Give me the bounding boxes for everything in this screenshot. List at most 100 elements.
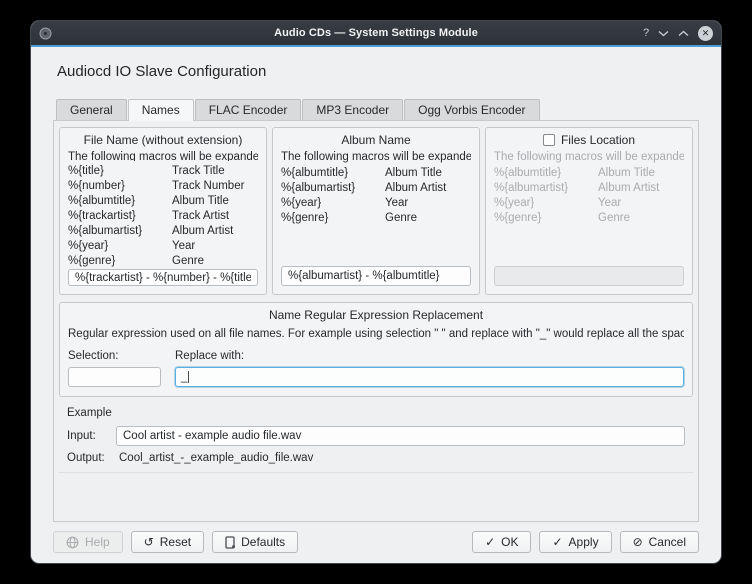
macro-row: %{trackartist} Track Artist [68, 209, 258, 224]
check-icon: ✓ [485, 536, 495, 548]
macro-token: %{genre} [68, 254, 172, 269]
macro-label: Album Title [172, 194, 258, 209]
defaults-icon [225, 536, 235, 549]
macro-label: Track Title [172, 164, 258, 179]
close-button[interactable]: ✕ [698, 26, 713, 41]
names-tab-panel: File Name (without extension) The follow… [53, 120, 699, 522]
macro-row: %{albumtitle} Album Title [68, 194, 258, 209]
macro-row: %{title} Track Title [68, 164, 258, 179]
help-button[interactable]: Help [53, 531, 123, 553]
example-input-label: Input: [67, 430, 116, 442]
macro-token: %{year} [494, 196, 598, 211]
macro-label: Album Title [385, 166, 471, 181]
minimize-button[interactable] [658, 30, 669, 37]
macro-row: %{genre} Genre [281, 211, 471, 226]
selection-label: Selection: [68, 350, 161, 362]
example-input-field[interactable] [116, 426, 685, 446]
macro-row: %{genre} Genre [494, 211, 684, 226]
page-title: Audiocd IO Slave Configuration [57, 63, 699, 80]
titlebar: Audio CDs — System Settings Module ? ✕ [31, 21, 721, 45]
macro-token: %{albumtitle} [68, 194, 172, 209]
macro-label: Album Artist [385, 181, 471, 196]
macro-label: Genre [385, 211, 471, 226]
reset-icon: ↺ [144, 536, 154, 548]
example-label: Example [67, 407, 685, 419]
maximize-button[interactable] [678, 30, 689, 37]
macro-label: Year [598, 196, 684, 211]
macro-token: %{year} [281, 196, 385, 211]
selection-input[interactable] [68, 367, 161, 387]
help-icon [66, 536, 79, 549]
file-name-groupbox: File Name (without extension) The follow… [59, 127, 267, 295]
regex-replacement-groupbox: Name Regular Expression Replacement Regu… [59, 302, 693, 397]
defaults-button[interactable]: Defaults [212, 531, 298, 553]
files-location-pattern-input [494, 266, 684, 286]
apply-button[interactable]: ✓ Apply [539, 531, 611, 553]
macro-label: Year [385, 196, 471, 211]
files-location-checkbox[interactable] [543, 134, 555, 146]
app-icon [39, 27, 52, 40]
album-name-intro: The following macros will be expanded: [281, 151, 471, 163]
cancel-icon: ⊘ [633, 536, 643, 548]
macro-token: %{year} [68, 239, 172, 254]
macro-row: %{year} Year [68, 239, 258, 254]
settings-window: Audio CDs — System Settings Module ? ✕ A… [30, 20, 722, 564]
titlebar-help-button[interactable]: ? [643, 28, 649, 39]
tab-general[interactable]: General [56, 99, 127, 120]
files-location-intro: The following macros will be expanded: [494, 151, 684, 163]
macro-row: %{albumartist} Album Artist [494, 181, 684, 196]
macro-token: %{trackartist} [68, 209, 172, 224]
macro-label: Track Artist [172, 209, 258, 224]
regex-title: Name Regular Expression Replacement [68, 308, 684, 322]
macro-label: Genre [598, 211, 684, 226]
macro-token: %{genre} [281, 211, 385, 226]
macro-token: %{albumartist} [494, 181, 598, 196]
file-name-macro-list: %{title} Track Title %{number} Track Num… [68, 164, 258, 269]
example-section: Example Input: Output: Cool_artist_-_exa… [59, 403, 693, 473]
replace-with-label: Replace with: [175, 350, 684, 362]
reset-button[interactable]: ↺ Reset [131, 531, 204, 553]
macro-token: %{albumtitle} [281, 166, 385, 181]
files-location-title: Files Location [561, 133, 635, 147]
macro-token: %{albumartist} [68, 224, 172, 239]
macro-row: %{albumartist} Album Artist [281, 181, 471, 196]
check-icon: ✓ [552, 536, 562, 548]
example-output-value: Cool_artist_-_example_audio_file.wav [116, 452, 313, 464]
module-content: Audiocd IO Slave Configuration General N… [31, 47, 721, 563]
macro-token: %{number} [68, 179, 172, 194]
macro-label: Album Artist [172, 224, 258, 239]
macro-token: %{genre} [494, 211, 598, 226]
replace-with-input[interactable]: _ [175, 367, 684, 387]
file-name-title: File Name (without extension) [68, 133, 258, 147]
album-name-macro-list: %{albumtitle} Album Title %{albumartist}… [281, 166, 471, 226]
album-name-groupbox: Album Name The following macros will be … [272, 127, 480, 295]
tab-mp3-encoder[interactable]: MP3 Encoder [302, 99, 403, 120]
file-name-intro: The following macros will be expanded: [68, 151, 258, 161]
macro-label: Track Number [172, 179, 258, 194]
macro-label: Year [172, 239, 258, 254]
tab-names[interactable]: Names [128, 99, 194, 121]
file-name-pattern-input[interactable] [68, 269, 258, 286]
cancel-button[interactable]: ⊘ Cancel [620, 531, 699, 553]
tab-flac-encoder[interactable]: FLAC Encoder [195, 99, 302, 120]
macro-row: %{albumtitle} Album Title [281, 166, 471, 181]
window-title: Audio CDs — System Settings Module [109, 27, 643, 39]
macro-label: Genre [172, 254, 258, 269]
album-name-pattern-input[interactable] [281, 266, 471, 286]
replace-with-value: _ [181, 371, 187, 383]
files-location-groupbox: Files Location The following macros will… [485, 127, 693, 295]
macro-row: %{number} Track Number [68, 179, 258, 194]
tab-ogg-vorbis-encoder[interactable]: Ogg Vorbis Encoder [404, 99, 539, 120]
macro-row: %{year} Year [281, 196, 471, 211]
dialog-button-row: Help ↺ Reset Defaults ✓ OK [53, 531, 699, 553]
macro-row: %{genre} Genre [68, 254, 258, 269]
macro-token: %{albumtitle} [494, 166, 598, 181]
macro-row: %{year} Year [494, 196, 684, 211]
macro-row: %{albumartist} Album Artist [68, 224, 258, 239]
macro-row: %{albumtitle} Album Title [494, 166, 684, 181]
album-name-title: Album Name [281, 133, 471, 147]
ok-button[interactable]: ✓ OK [472, 531, 531, 553]
macro-label: Album Title [598, 166, 684, 181]
macro-label: Album Artist [598, 181, 684, 196]
text-cursor [188, 371, 189, 383]
